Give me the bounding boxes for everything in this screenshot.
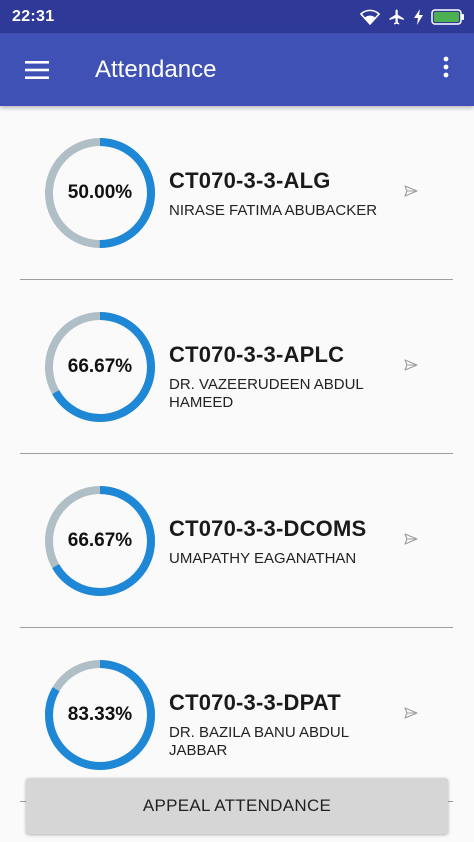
send-button[interactable] [399,355,423,379]
course-code: CT070-3-3-DCOMS [169,516,367,541]
more-vert-icon [443,56,449,83]
course-code: CT070-3-3-APLC [169,342,345,367]
menu-button[interactable] [0,33,72,106]
lecturer-name-line: NIRASE FATIMA ABUBACKER [169,202,378,219]
attendance-ring: 50.00% [42,135,158,251]
lecturer-name-line: HAMEED [169,394,234,411]
send-icon [404,706,418,724]
wifi-icon [360,9,380,25]
lecturer-name: DR. BAZILA BANU ABDUL JABBAR [169,724,399,760]
course-code: CT070-3-3-ALG [169,168,331,193]
course-code: CT070-3-3-DPAT [169,690,341,715]
lecturer-name-line: DR. BAZILA BANU ABDUL [169,724,350,741]
send-button[interactable] [399,703,423,727]
appeal-attendance-button[interactable]: APPEAL ATTENDANCE [26,778,448,834]
send-icon [404,532,418,550]
hamburger-menu-icon [25,60,49,79]
attendance-percent: 50.00% [67,182,133,203]
send-icon [404,184,418,202]
attendance-percent: 83.33% [67,704,133,725]
send-button[interactable] [399,181,423,205]
send-icon [404,358,418,376]
lecturer-name: UMAPATHY EAGANATHAN [169,550,399,568]
app-bar: Attendance [0,33,474,106]
charging-icon [414,8,423,25]
attendance-ring: 83.33% [42,657,158,773]
attendance-percent: 66.67% [67,530,133,551]
status-bar: 22:31 [0,0,474,33]
status-time: 22:31 [12,7,55,25]
lecturer-name-line: JABBAR [169,742,228,759]
attendance-ring: 66.67% [42,483,158,599]
course-card[interactable]: 66.67% CT070-3-3-APLC DR. VAZEERUDEEN AB… [20,280,453,454]
overflow-menu-button[interactable] [418,33,474,106]
lecturer-name-line: DR. VAZEERUDEEN ABDUL [169,376,364,393]
attendance-list[interactable]: 50.00% CT070-3-3-ALG NIRASE FATIMA ABUBA… [0,106,474,842]
lecturer-name: DR. VAZEERUDEEN ABDUL HAMEED [169,376,399,412]
attendance-percent: 66.67% [67,356,133,377]
lecturer-name: NIRASE FATIMA ABUBACKER [169,202,399,220]
send-button[interactable] [399,529,423,553]
battery-icon [431,8,465,25]
course-card[interactable]: 50.00% CT070-3-3-ALG NIRASE FATIMA ABUBA… [20,106,453,280]
attendance-ring: 66.67% [42,309,158,425]
course-card[interactable]: 66.67% CT070-3-3-DCOMS UMAPATHY EAGANATH… [20,454,453,628]
airplane-mode-icon [388,8,406,26]
lecturer-name-line: UMAPATHY EAGANATHAN [169,550,357,567]
course-card[interactable]: 83.33% CT070-3-3-DPAT DR. BAZILA BANU AB… [20,628,453,802]
page-title: Attendance [95,55,217,83]
status-icons [360,8,465,26]
